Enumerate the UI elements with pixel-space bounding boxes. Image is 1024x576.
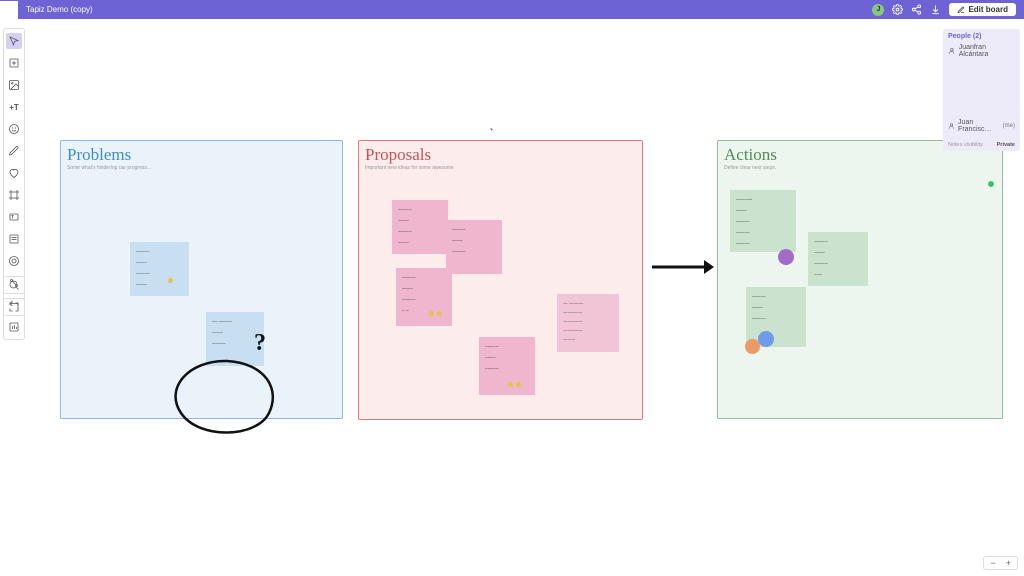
- people-heading: People (2): [948, 33, 1015, 40]
- zoom-out-button[interactable]: −: [990, 558, 995, 568]
- user-icon: [948, 47, 956, 55]
- board-title: Tapiz Demo (copy): [26, 5, 93, 14]
- edit-board-label: Edit board: [968, 5, 1008, 14]
- sticky-note[interactable]: ~~~~~~~~~~~~~~~~~~: [392, 200, 448, 254]
- edit-board-button[interactable]: Edit board: [949, 3, 1016, 16]
- user-icon: [948, 122, 955, 130]
- sticky-note[interactable]: ~~ ~~~~~~~~~~~~~~~~~~~~~~~~~~~~~~~~~~~: [557, 294, 619, 352]
- frame-actions[interactable]: Actions Define clear next steps. ~~~~~~~…: [717, 140, 1003, 419]
- zoom-in-button[interactable]: +: [1006, 558, 1011, 568]
- pencil-icon: [957, 6, 965, 14]
- person-item[interactable]: Juan Francisc… (me): [948, 119, 1015, 133]
- notification-dot: [988, 181, 994, 187]
- me-label: (me): [1003, 123, 1015, 129]
- settings-icon[interactable]: [892, 4, 903, 15]
- visibility-value[interactable]: Private: [997, 142, 1015, 148]
- sticky-note[interactable]: ~~~~~~~~~~~~~~: [479, 337, 535, 395]
- top-bar: Tapiz Demo (copy) J Edit board: [0, 0, 1024, 19]
- sticky-note[interactable]: ~~~~~~~~~~~~~~~ ~: [396, 268, 452, 326]
- remote-cursor-icon: [489, 120, 495, 127]
- frame-subtitle: Important new ideas for some awesome: [359, 165, 642, 171]
- sticky-note[interactable]: ~~~~~~~~~~~~~~~~~~~~~~~~~: [730, 190, 796, 252]
- sticky-note[interactable]: ~~~~~~~~~~~~~~~~~~: [130, 242, 189, 296]
- share-icon[interactable]: [911, 4, 922, 15]
- sticky-note[interactable]: ~~~~~~~~~~~~~~: [746, 287, 806, 347]
- person-item[interactable]: Juanfran Alcántara: [948, 44, 1015, 58]
- people-panel: People (2) Juanfran Alcántara Juan Franc…: [943, 29, 1020, 151]
- frame-subtitle: Define clear next steps.: [718, 165, 1002, 171]
- presence-dot-orange: [745, 339, 760, 354]
- frame-proposals[interactable]: Proposals Important new ideas for some a…: [358, 140, 643, 420]
- person-name: Juanfran Alcántara: [959, 44, 1015, 58]
- sticky-note[interactable]: ~~~~~~~~~~~~~~: [446, 220, 502, 274]
- frame-title: Proposals: [359, 141, 642, 165]
- user-avatar[interactable]: J: [872, 4, 884, 16]
- question-mark-doodle: ?: [254, 330, 266, 357]
- zoom-bar: − +: [983, 556, 1018, 570]
- frame-subtitle: Some what's hindering our progress…: [61, 165, 342, 171]
- app-logo: [0, 1, 18, 19]
- visibility-label: Notes visibility: [948, 142, 983, 148]
- presence-dot-blue: [758, 331, 774, 347]
- arrow-doodle: [650, 257, 714, 282]
- circle-doodle: [169, 358, 284, 443]
- canvas[interactable]: Problems Some what's hindering our progr…: [0, 19, 1024, 576]
- sticky-note[interactable]: ~~~~~~~~~~~~~~~~~: [808, 232, 868, 286]
- person-name: Juan Francisc…: [958, 119, 1003, 133]
- frame-problems[interactable]: Problems Some what's hindering our progr…: [60, 140, 343, 419]
- presence-dot-purple: [778, 249, 794, 265]
- frame-title: Problems: [61, 141, 342, 165]
- download-icon[interactable]: [930, 4, 941, 15]
